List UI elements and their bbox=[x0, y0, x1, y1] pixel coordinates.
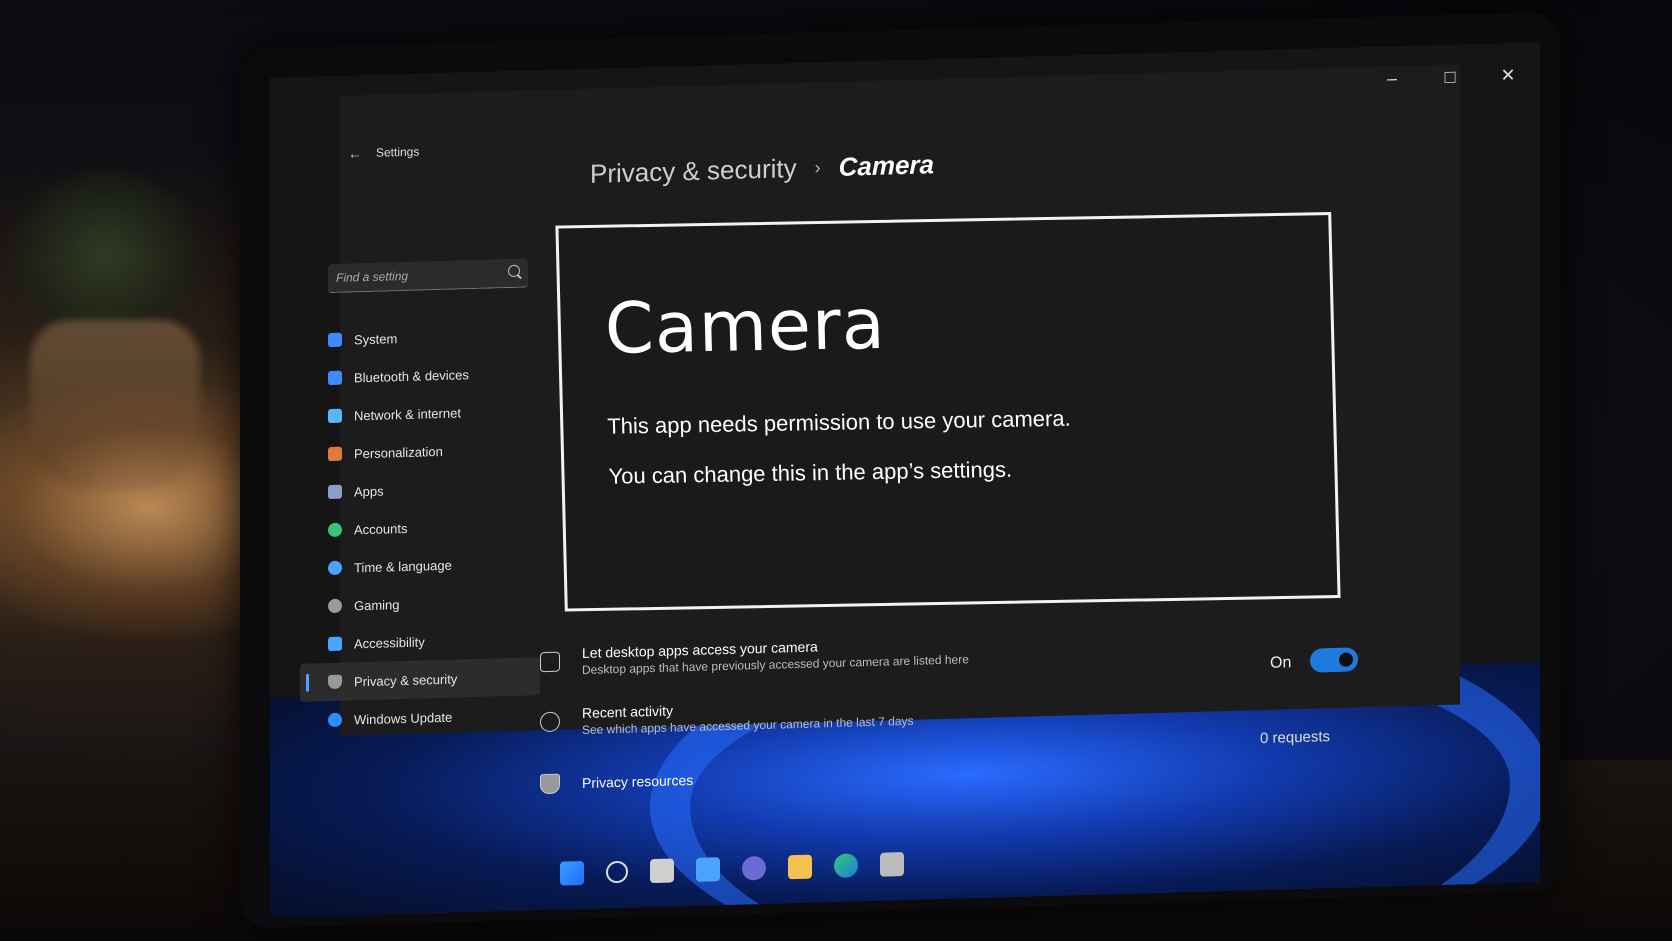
desktop-apps-icon bbox=[540, 651, 560, 673]
camera-permission-dialog: Camera This app needs permission to use … bbox=[555, 212, 1341, 612]
sidebar-item-label: Time & language bbox=[354, 557, 452, 575]
back-arrow-icon[interactable]: ← bbox=[348, 145, 368, 166]
toggle-knob bbox=[1339, 652, 1353, 667]
dialog-hint: You can change this in the app’s setting… bbox=[608, 456, 1013, 489]
maximize-icon[interactable]: □ bbox=[1438, 64, 1462, 89]
wifi-icon bbox=[328, 408, 342, 424]
sidebar-item-label: Network & internet bbox=[354, 404, 461, 423]
edge-icon[interactable] bbox=[834, 853, 858, 878]
system-icon bbox=[328, 332, 342, 348]
search-icon[interactable] bbox=[508, 264, 520, 278]
requests-count: 0 requests bbox=[1260, 728, 1331, 748]
dialog-message: This app needs permission to use your ca… bbox=[607, 405, 1071, 439]
sidebar-item-label: System bbox=[354, 330, 398, 347]
privacy-resources-text: Privacy resources bbox=[582, 772, 693, 791]
search-icon[interactable] bbox=[606, 860, 628, 884]
sidebar-item-label: Windows Update bbox=[354, 709, 453, 727]
widgets-icon[interactable] bbox=[696, 857, 720, 882]
search-input[interactable]: Find a setting bbox=[328, 258, 528, 294]
app-title: Settings bbox=[376, 144, 420, 160]
brush-icon bbox=[328, 446, 342, 462]
page-title: Camera bbox=[838, 149, 935, 182]
globe-icon bbox=[328, 560, 342, 576]
breadcrumb: Privacy & security › Camera bbox=[590, 149, 934, 190]
breadcrumb-parent[interactable]: Privacy & security bbox=[590, 153, 797, 190]
sidebar-item-label: Gaming bbox=[354, 596, 400, 613]
task-view-icon[interactable] bbox=[650, 858, 674, 884]
sidebar-item-label: Personalization bbox=[354, 443, 443, 461]
dialog-title: Camera bbox=[603, 282, 887, 370]
minimize-icon[interactable]: – bbox=[1380, 66, 1404, 91]
desktop-apps-text: Let desktop apps access your camera Desk… bbox=[582, 634, 969, 677]
camera-access-toggle[interactable] bbox=[1310, 647, 1358, 673]
update-icon bbox=[328, 712, 342, 728]
settings-window: ← Settings – □ ✕ Find a setting System B… bbox=[300, 64, 1516, 795]
toggle-state-label: On bbox=[1270, 654, 1292, 672]
accounts-icon bbox=[328, 522, 342, 538]
sidebar-item-label: Accounts bbox=[354, 520, 408, 537]
apps-icon bbox=[328, 484, 342, 500]
file-explorer-icon[interactable] bbox=[788, 854, 812, 880]
accessibility-icon bbox=[328, 636, 342, 652]
store-icon[interactable] bbox=[880, 852, 904, 877]
shield-icon bbox=[328, 674, 342, 690]
title-bar: ← Settings – □ ✕ bbox=[340, 64, 1516, 161]
laptop-screen: ← Settings – □ ✕ Find a setting System B… bbox=[270, 42, 1540, 918]
window-controls: – □ ✕ bbox=[1380, 63, 1520, 91]
sidebar-item-label: Accessibility bbox=[354, 633, 425, 651]
sidebar-nav: System Bluetooth & devices Network & int… bbox=[300, 315, 540, 740]
row-title: Privacy resources bbox=[582, 771, 694, 792]
sidebar-item-windows-update[interactable]: Windows Update bbox=[300, 695, 540, 740]
history-icon bbox=[540, 711, 560, 733]
shield-icon bbox=[540, 773, 560, 795]
recent-activity-text: Recent activity See which apps have acce… bbox=[582, 696, 914, 737]
search-placeholder: Find a setting bbox=[336, 268, 409, 285]
background-plant bbox=[10, 170, 200, 340]
chevron-right-icon: › bbox=[814, 157, 821, 178]
sidebar-item-label: Apps bbox=[354, 483, 384, 499]
sidebar-item-label: Privacy & security bbox=[354, 671, 458, 689]
chat-icon[interactable] bbox=[742, 855, 766, 881]
sidebar-item-label: Bluetooth & devices bbox=[354, 366, 469, 385]
bluetooth-icon bbox=[328, 370, 342, 386]
windows-start-icon[interactable] bbox=[560, 860, 584, 886]
close-icon[interactable]: ✕ bbox=[1496, 63, 1520, 88]
gamepad-icon bbox=[328, 598, 342, 614]
